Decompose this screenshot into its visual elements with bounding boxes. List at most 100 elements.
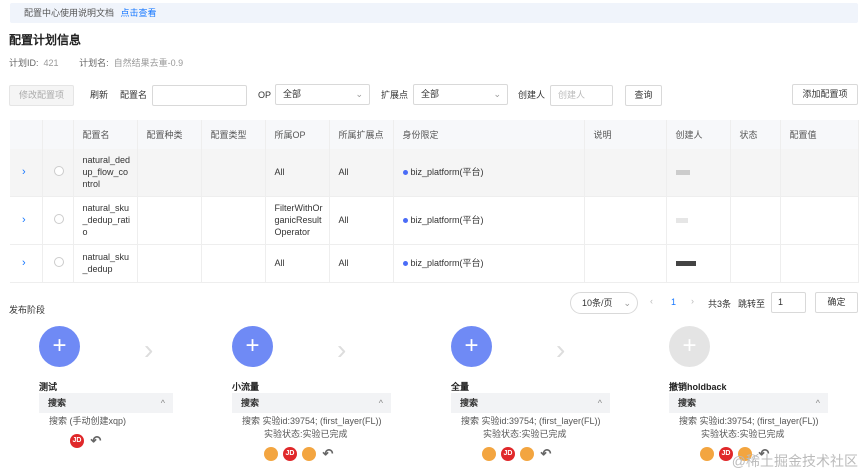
cell-status [730, 149, 781, 197]
header-cell: 配置类型 [201, 120, 266, 149]
add-stage-full-icon[interactable]: + [451, 326, 492, 367]
row-radio[interactable] [53, 213, 64, 224]
cell-config-name: natural_sku _dedup_rati o [73, 196, 138, 245]
creator-label: 创建人 [518, 90, 546, 100]
detail-line: 实验状态:实验已完成 [264, 429, 348, 439]
table-row[interactable]: › natrual_sku _dedup All All biz_platfor… [10, 244, 859, 283]
expand-icon[interactable]: › [22, 214, 26, 226]
cell-config-kind [137, 244, 202, 283]
stages-label: 发布阶段 [9, 305, 46, 315]
stage-actions-test: JD ↶ [70, 434, 103, 448]
jump-input[interactable]: 1 [771, 292, 806, 313]
cell-ext: All [329, 244, 394, 283]
notice-link[interactable]: 点击查看 [121, 8, 157, 18]
next-page-icon[interactable]: › [691, 296, 694, 306]
cell-config-type [201, 244, 266, 283]
plan-meta: 计划ID: 421 计划名: 自然结果去重-0.9 [9, 56, 201, 69]
undo-icon[interactable]: ↶ [321, 447, 335, 461]
expand-icon[interactable]: › [22, 166, 26, 178]
creator-input[interactable]: 创建人 [550, 85, 613, 106]
page-size-select[interactable]: 10条/页 ⌄ [570, 292, 638, 314]
add-stage-small-traffic-icon[interactable]: + [232, 326, 273, 367]
confirm-button[interactable]: 确定 [815, 292, 858, 313]
header-cell: 说明 [584, 120, 667, 149]
query-button[interactable]: 查询 [625, 85, 662, 106]
total-count: 共3条 [708, 299, 732, 309]
header-cell: 配置名 [73, 120, 138, 149]
cell-identity: biz_platform(平台) [393, 149, 585, 197]
cell-config-type [201, 196, 266, 245]
expand-icon[interactable]: › [22, 257, 26, 269]
op-select[interactable]: 全部 ⌄ [275, 84, 370, 105]
cell-config-type [201, 149, 266, 197]
cell-desc [584, 196, 667, 245]
identity-text: biz_platform(平台) [410, 258, 484, 268]
stage-detail-full: 搜索 实验id:39754; (first_layer(FL)) 实验状态:实验… [461, 415, 601, 441]
jd-icon[interactable]: JD [70, 434, 84, 448]
plan-name-value: 自然结果去重-0.9 [113, 58, 184, 68]
ext-select[interactable]: 全部 ⌄ [413, 84, 508, 105]
plan-id-value: 421 [43, 58, 59, 68]
config-name-label: 配置名 [120, 90, 148, 100]
watermark: @稀土掘金技术社区 [731, 453, 858, 469]
table-row[interactable]: › natural_sku _dedup_rati o FilterWithOr… [10, 196, 859, 245]
grafana-icon[interactable] [520, 447, 534, 461]
add-stage-test-icon[interactable]: + [39, 326, 80, 367]
arrow-right-icon: › [337, 334, 347, 365]
cell-config-kind [137, 196, 202, 245]
cell-creator [666, 244, 731, 283]
row-radio[interactable] [53, 256, 64, 267]
row-radio[interactable] [53, 165, 64, 176]
ext-select-value: 全部 [421, 89, 440, 99]
chevron-up-icon[interactable]: ^ [379, 393, 383, 413]
status-dot [402, 170, 408, 176]
detail-line: 实验状态:实验已完成 [701, 429, 785, 439]
stage-bar-label: 搜索 [241, 398, 260, 408]
cell-value [780, 149, 859, 197]
grafana-icon[interactable] [700, 447, 714, 461]
grafana-icon[interactable] [302, 447, 316, 461]
identity-text: biz_platform(平台) [410, 167, 484, 178]
stage-bar-small[interactable]: 搜索 ^ [232, 393, 391, 413]
jd-icon[interactable]: JD [283, 447, 297, 461]
grafana-icon[interactable] [482, 447, 496, 461]
stage-bar-holdback[interactable]: 搜索 ^ [669, 393, 828, 413]
prev-page-icon[interactable]: ‹ [650, 296, 653, 306]
cell-config-name: natural_ded up_flow_co ntrol [73, 149, 138, 197]
cell-value [780, 196, 859, 245]
cell-status [730, 196, 781, 245]
jd-icon[interactable]: JD [501, 447, 515, 461]
chevron-up-icon[interactable]: ^ [161, 393, 165, 413]
cell-creator [666, 149, 731, 197]
undo-icon[interactable]: ↶ [89, 434, 103, 448]
chevron-up-icon[interactable]: ^ [816, 393, 820, 413]
header-cell: 配置种类 [137, 120, 202, 149]
add-config-button[interactable]: 添加配置项 [792, 84, 858, 105]
chevron-up-icon[interactable]: ^ [598, 393, 602, 413]
stage-actions-full: JD ↶ [482, 447, 553, 461]
cell-desc [584, 149, 667, 197]
stage-bar-test[interactable]: 搜索 ^ [39, 393, 173, 413]
undo-icon[interactable]: ↶ [539, 447, 553, 461]
stage-actions-small: JD ↶ [264, 447, 335, 461]
notice-text: 配置中心使用说明文档 [24, 8, 115, 18]
current-page[interactable]: 1 [671, 297, 676, 307]
table-row[interactable]: › natural_ded up_flow_co ntrol All All b… [10, 149, 859, 197]
grafana-icon[interactable] [264, 447, 278, 461]
header-select [42, 120, 74, 149]
arrow-right-icon: › [556, 334, 566, 365]
config-table: 配置名 配置种类 配置类型 所属OP 所属扩展点 身份限定 说明 创建人 状态 … [10, 120, 859, 283]
cell-value [780, 244, 859, 283]
stage-bar-full[interactable]: 搜索 ^ [451, 393, 610, 413]
header-cell: 所属扩展点 [329, 120, 394, 149]
header-cell: 身份限定 [393, 120, 585, 149]
modify-config-button[interactable]: 修改配置项 [9, 85, 74, 106]
cell-config-name: natrual_sku _dedup [73, 244, 138, 283]
config-name-input[interactable] [152, 85, 247, 106]
identity-text: biz_platform(平台) [410, 215, 484, 225]
status-dot [402, 261, 408, 267]
cell-identity: biz_platform(平台) [393, 196, 585, 245]
refresh-link[interactable]: 刷新 [90, 85, 108, 106]
chevron-down-icon: ⌄ [623, 298, 631, 308]
stage-bar-label: 搜索 [460, 398, 479, 408]
